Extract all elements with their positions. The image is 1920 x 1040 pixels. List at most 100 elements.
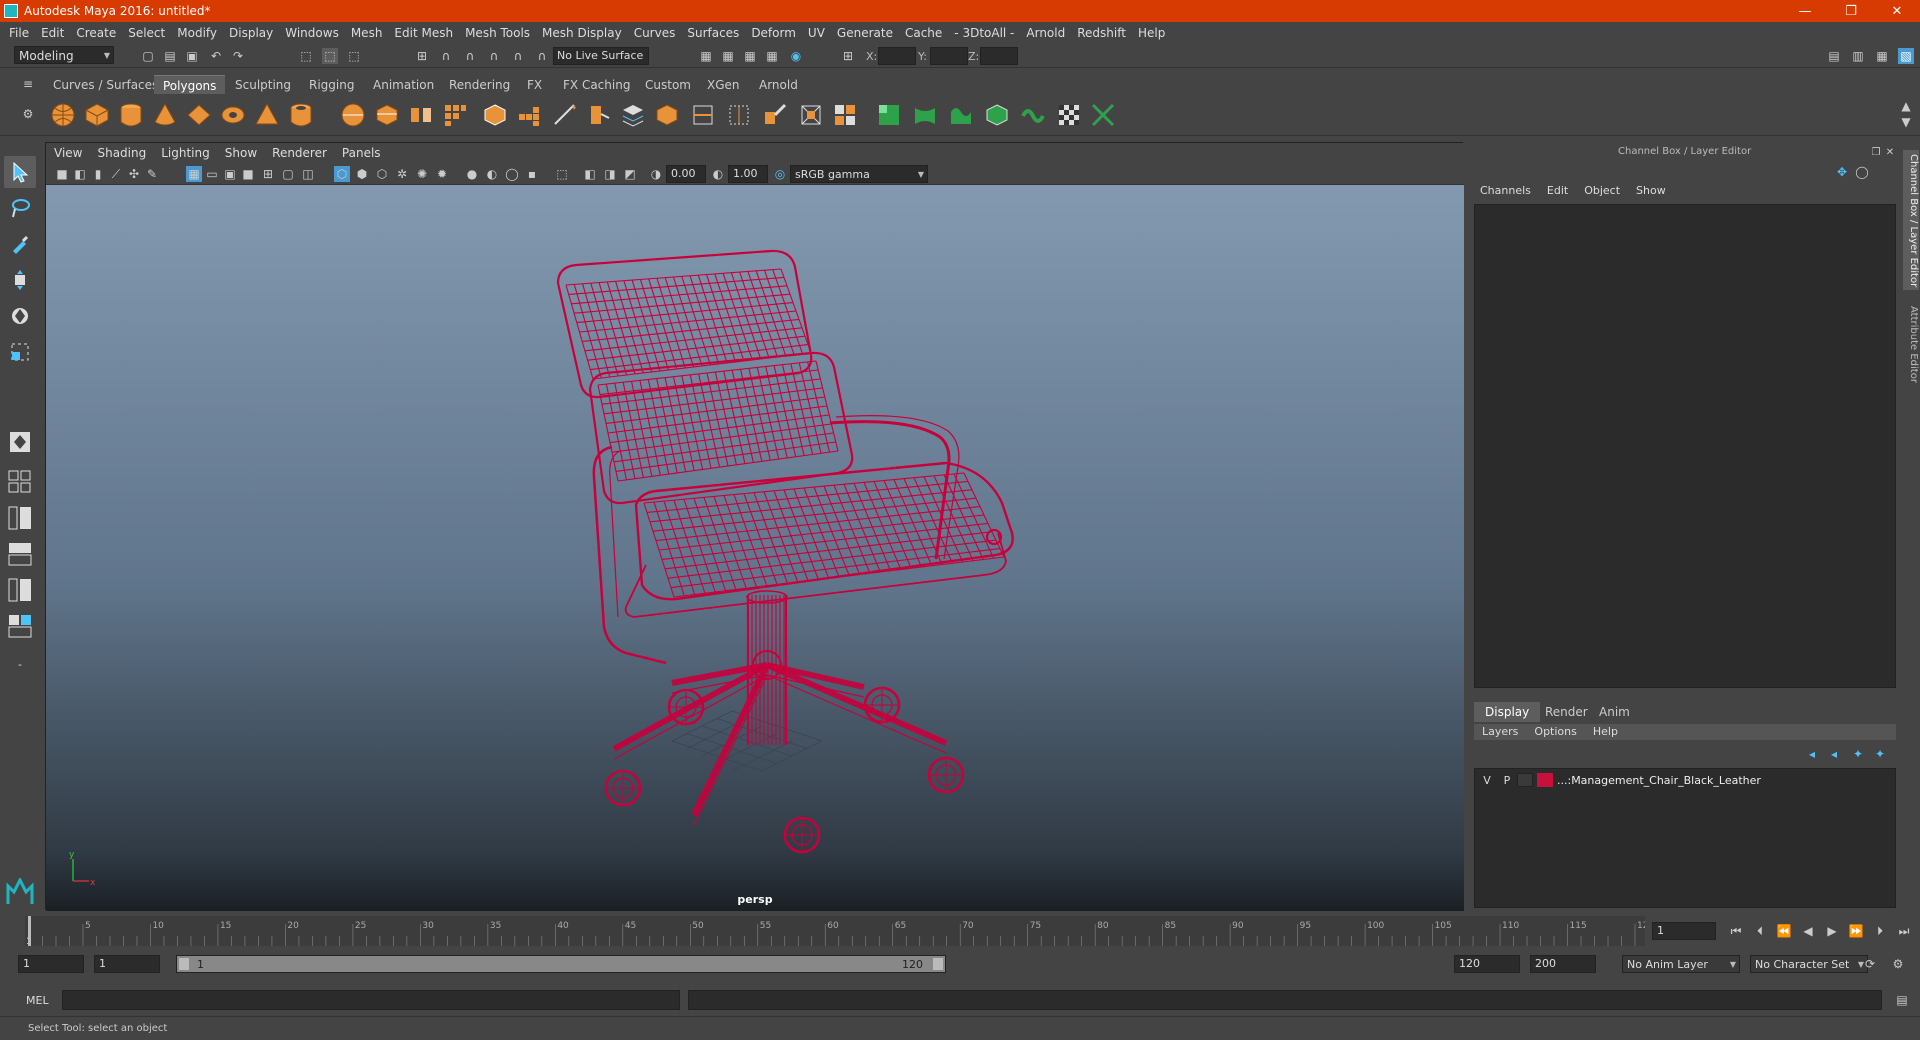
layers-help-menu[interactable]: Help — [1593, 725, 1618, 738]
anti-aliasing-icon[interactable]: ◯ — [504, 166, 520, 182]
edge-loop-icon[interactable] — [690, 102, 716, 128]
mel-input[interactable] — [62, 990, 680, 1010]
go-to-start-icon[interactable]: ⏮ — [1728, 923, 1744, 939]
x-coord-field[interactable] — [878, 47, 916, 65]
current-time-marker[interactable] — [28, 916, 31, 946]
menu-arnold[interactable]: Arnold — [1026, 26, 1065, 40]
snap-grid-icon[interactable]: ⊞ — [414, 48, 430, 64]
layer-visibility-toggle[interactable]: V — [1477, 774, 1497, 787]
menu-cache[interactable]: Cache — [905, 26, 942, 40]
use-all-lights-icon[interactable]: ✺ — [414, 166, 430, 182]
play-forwards-icon[interactable]: ▶ — [1824, 923, 1840, 939]
safe-title-icon[interactable]: ◫ — [300, 166, 316, 182]
menu-modify[interactable]: Modify — [177, 26, 217, 40]
xray-icon[interactable]: ◧ — [582, 166, 598, 182]
redo-icon[interactable]: ↷ — [230, 48, 246, 64]
menu-generate[interactable]: Generate — [837, 26, 893, 40]
two-d-pan-zoom-icon[interactable]: ✣ — [126, 166, 142, 182]
step-back-key-icon[interactable]: ⏪ — [1776, 923, 1792, 939]
depth-of-field-icon[interactable]: ▪ — [524, 166, 540, 182]
shelf-tab-xgen[interactable]: XGen — [698, 75, 749, 94]
menu-mesh-tools[interactable]: Mesh Tools — [465, 26, 530, 40]
viewport-menu-lighting[interactable]: Lighting — [161, 146, 210, 160]
layer-tab-display[interactable]: Display — [1474, 702, 1541, 722]
safe-action-icon[interactable]: ▢ — [280, 166, 296, 182]
menu-curves[interactable]: Curves — [634, 26, 676, 40]
layer-playback-toggle[interactable]: P — [1497, 774, 1517, 787]
wireframe-on-shaded-icon[interactable]: ⬡ — [374, 166, 390, 182]
xform-mode-icon[interactable]: ⊞ — [840, 48, 856, 64]
viewport-menu-renderer[interactable]: Renderer — [272, 146, 327, 160]
sew-uv-icon[interactable] — [1020, 102, 1046, 128]
persp-graph-layout-button[interactable] — [4, 538, 36, 570]
animation-end-field[interactable]: 200 — [1530, 955, 1596, 973]
select-tool-button[interactable] — [4, 156, 36, 188]
select-hierarchy-icon[interactable]: ⬚ — [298, 48, 314, 64]
bridge-icon[interactable] — [516, 102, 542, 128]
viewport-menu-panels[interactable]: Panels — [342, 146, 381, 160]
select-component-icon[interactable]: ⬚ — [346, 48, 362, 64]
shelf-menu-icon[interactable]: ≡ — [20, 76, 36, 92]
range-end-handle[interactable] — [933, 958, 943, 970]
menu-help[interactable]: Help — [1138, 26, 1165, 40]
persp-uv-layout-button[interactable] — [4, 610, 36, 642]
y-coord-field[interactable] — [930, 47, 968, 65]
shelf-tab-sculpting[interactable]: Sculpting — [226, 75, 300, 94]
grid-toggle-icon[interactable]: ▦ — [186, 166, 202, 182]
render-view-icon[interactable]: ▦ — [698, 48, 714, 64]
shelf-scroll-up-icon[interactable]: ▲ — [1898, 98, 1914, 114]
menu-redshift[interactable]: Redshift — [1077, 26, 1126, 40]
persp-hypershade-layout-button[interactable] — [4, 574, 36, 606]
render-frame-icon[interactable]: ▦ — [720, 48, 736, 64]
shelf-tab-animation[interactable]: Animation — [364, 75, 443, 94]
isolate-select-icon[interactable]: ⬚ — [554, 166, 570, 182]
snap-live-icon[interactable]: ∩ — [534, 48, 550, 64]
snap-point-icon[interactable]: ∩ — [462, 48, 478, 64]
rotate-tool-button[interactable] — [4, 300, 36, 332]
layer-row[interactable]: V P ...:Management_Chair_Black_Leather — [1477, 771, 1893, 789]
step-forward-key-icon[interactable]: ⏩ — [1848, 923, 1864, 939]
target-weld-icon[interactable] — [762, 102, 788, 128]
modeling-toolkit-icon[interactable]: ▤ — [1826, 48, 1842, 64]
poly-cube-icon[interactable] — [84, 102, 110, 128]
shelf-tab-rendering[interactable]: Rendering — [440, 75, 519, 94]
snap-curve-icon[interactable]: ∩ — [438, 48, 454, 64]
menu-create[interactable]: Create — [76, 26, 116, 40]
poly-sphere-icon[interactable] — [50, 102, 76, 128]
new-empty-layer-icon[interactable]: ✦ — [1850, 746, 1866, 762]
move-tool-button[interactable] — [4, 264, 36, 296]
checker-map-icon[interactable] — [1056, 102, 1082, 128]
menu-3dtoall[interactable]: - 3DtoAll - — [954, 26, 1014, 40]
film-gate-icon[interactable]: ▭ — [204, 166, 220, 182]
bookmarks-icon[interactable]: ▮ — [90, 166, 106, 182]
wireframe-shading-icon[interactable]: ⬡ — [334, 166, 350, 182]
unfold-uv-icon[interactable] — [912, 102, 938, 128]
transfer-attributes-icon[interactable] — [1090, 102, 1116, 128]
menu-mesh[interactable]: Mesh — [351, 26, 383, 40]
insert-loop-icon[interactable] — [726, 102, 752, 128]
poly-cylinder-icon[interactable] — [118, 102, 144, 128]
shelf-settings-icon[interactable]: ⚙ — [20, 106, 36, 122]
poly-pyramid-icon[interactable] — [254, 102, 280, 128]
minimize-button[interactable]: — — [1782, 0, 1828, 22]
ambient-occlusion-icon[interactable]: ● — [464, 166, 480, 182]
layers-menu[interactable]: Layers — [1482, 725, 1518, 738]
undo-icon[interactable]: ↶ — [208, 48, 224, 64]
animation-preferences-icon[interactable]: ⚙ — [1890, 956, 1906, 972]
close-panel-icon[interactable]: ✕ — [1882, 144, 1898, 160]
menu-mesh-display[interactable]: Mesh Display — [542, 26, 622, 40]
character-set-dropdown[interactable]: No Character Set — [1750, 955, 1868, 973]
range-slider[interactable]: 1 120 — [176, 955, 946, 973]
shelf-tab-rigging[interactable]: Rigging — [300, 75, 363, 94]
timeline-ruler[interactable]: 1510152025303540455055606570758085909510… — [25, 916, 1654, 947]
persp-outliner-layout-button[interactable] — [4, 502, 36, 534]
gamma-icon[interactable]: ◐ — [710, 166, 726, 182]
close-button[interactable]: ✕ — [1874, 0, 1920, 22]
step-back-frame-icon[interactable]: ⏴ — [1752, 923, 1768, 939]
gamma-field[interactable]: 1.00 — [728, 165, 768, 183]
single-perspective-layout-button[interactable] — [4, 426, 36, 458]
layer-color-swatch[interactable] — [1537, 773, 1553, 787]
automatic-mapping-icon[interactable] — [832, 102, 858, 128]
tool-settings-toggle-icon[interactable]: ▦ — [1874, 48, 1890, 64]
channelbox-object-menu[interactable]: Object — [1584, 184, 1620, 197]
